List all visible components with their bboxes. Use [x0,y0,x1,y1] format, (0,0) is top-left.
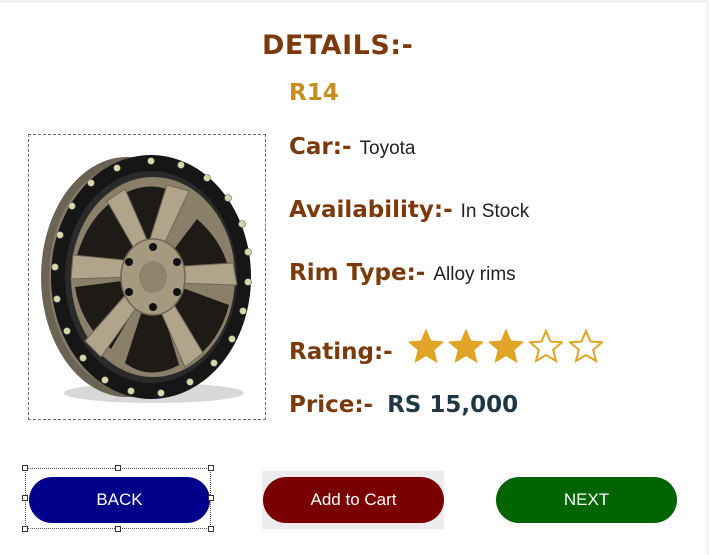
page-title: DETAILS:- [262,30,414,61]
resize-handle-s[interactable] [115,526,121,532]
car-label: Car:- [289,134,352,160]
star-empty-icon [568,329,603,363]
star-filled-icon [488,329,523,363]
product-image [28,134,266,420]
resize-handle-ne[interactable] [208,465,214,471]
star-filled-icon [408,329,443,363]
add-to-cart-button[interactable]: Add to Cart [263,477,444,523]
rim-size-label: R14 [289,80,339,106]
availability-label: Availability:- [289,197,453,223]
price-row: Price:- RS 15,000 [289,392,518,418]
rim-type-value: Alloy rims [433,264,516,285]
next-button[interactable]: NEXT [496,477,677,523]
resize-handle-n[interactable] [115,465,121,471]
selection-frame [25,468,211,529]
price-value: RS 15,000 [387,392,519,418]
availability-value: In Stock [460,201,530,222]
availability-row: Availability:- In Stock [289,197,529,223]
top-border [0,0,709,3]
car-value: Toyota [359,138,416,159]
resize-handle-se[interactable] [208,526,214,532]
rating-label: Rating:- [289,339,393,365]
wheel-rim-image [41,155,252,403]
car-row: Car:- Toyota [289,134,415,160]
rim-type-row: Rim Type:- Alloy rims [289,260,516,286]
rating-stars [408,329,603,363]
resize-handle-e[interactable] [208,495,214,501]
resize-handle-w[interactable] [22,495,28,501]
star-filled-icon [448,329,483,363]
star-empty-icon [528,329,563,363]
resize-handle-sw[interactable] [22,526,28,532]
rating-row: Rating:- [289,325,603,365]
resize-handle-nw[interactable] [22,465,28,471]
price-label: Price:- [289,392,374,418]
rim-type-label: Rim Type:- [289,260,426,286]
